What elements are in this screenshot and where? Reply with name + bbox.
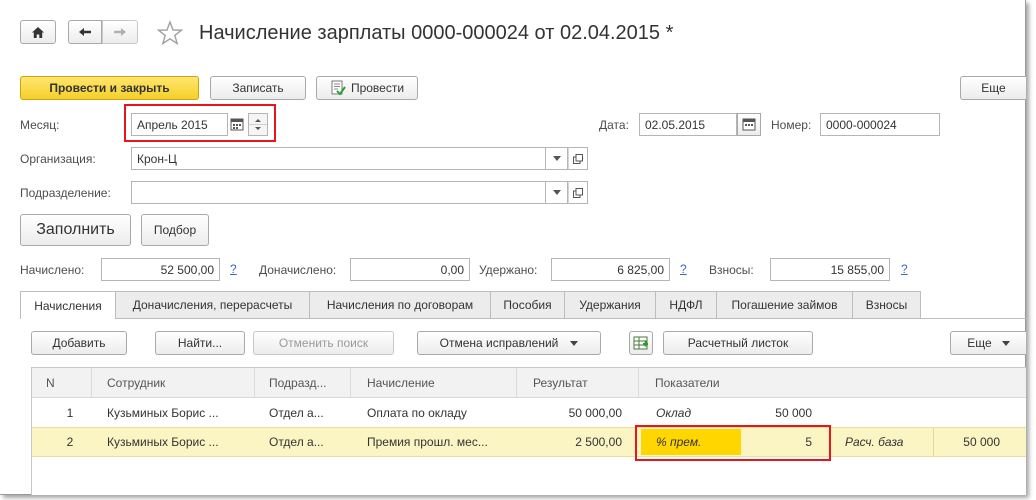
number-field[interactable]: 0000-000024 xyxy=(820,113,940,136)
additional-field: 0,00 xyxy=(350,258,470,281)
department-field[interactable] xyxy=(131,181,546,204)
tab-benefits[interactable]: Пособия xyxy=(490,291,565,318)
organization-open-button[interactable] xyxy=(568,147,588,170)
table-header-bg xyxy=(32,368,1026,398)
table-more-label: Еще xyxy=(967,336,992,350)
column-header-indicators[interactable]: Показатели xyxy=(655,368,720,398)
table-edit-icon xyxy=(633,336,648,350)
tab-withholdings[interactable]: Удержания xyxy=(564,291,656,318)
column-divider xyxy=(638,368,639,398)
row-accrual[interactable]: Оплата по окладу xyxy=(367,399,512,427)
row-result[interactable]: 50 000,00 xyxy=(517,399,622,427)
department-dropdown-button[interactable] xyxy=(546,181,568,204)
additional-label: Доначислено: xyxy=(259,263,337,277)
indicator-highlight-frame xyxy=(635,425,831,461)
cancel-search-button[interactable]: Отменить поиск xyxy=(253,331,394,355)
post-document-icon xyxy=(331,80,346,96)
tab-ndfl[interactable]: НДФЛ xyxy=(655,291,717,318)
withheld-help-link[interactable]: ? xyxy=(680,262,687,276)
home-icon xyxy=(32,26,44,38)
save-button[interactable]: Записать xyxy=(210,76,306,100)
find-button[interactable]: Найти... xyxy=(155,331,245,355)
column-header-accrual[interactable]: Начисление xyxy=(367,368,435,398)
tab-accruals[interactable]: Начисления xyxy=(20,291,116,319)
arrow-right-icon xyxy=(114,28,126,36)
chevron-down-icon xyxy=(552,190,561,195)
column-divider xyxy=(516,368,517,398)
row-indicator-value[interactable]: 50 000 xyxy=(742,399,812,427)
contributions-help-link[interactable]: ? xyxy=(901,262,908,276)
accrued-help-link[interactable]: ? xyxy=(230,262,237,276)
row-employee[interactable]: Кузьминых Борис ... xyxy=(107,428,252,456)
page-title: Начисление зарплаты 0000-000024 от 02.04… xyxy=(199,22,674,44)
tab-contract-accruals[interactable]: Начисления по договорам xyxy=(309,291,491,318)
tab-additional-accruals[interactable]: Доначисления, перерасчеты xyxy=(115,291,310,318)
tabs-baseline xyxy=(20,318,1026,319)
back-button[interactable] xyxy=(68,20,102,44)
forward-button[interactable] xyxy=(102,20,138,44)
calendar-icon[interactable] xyxy=(230,117,244,131)
organization-field[interactable]: Крон-Ц xyxy=(131,147,546,170)
edit-indicators-button[interactable] xyxy=(629,331,653,355)
accrued-label: Начислено: xyxy=(20,263,85,277)
column-divider xyxy=(933,428,934,456)
row-number: 1 xyxy=(66,406,74,420)
row-department[interactable]: Отдел а... xyxy=(269,399,347,427)
chevron-down-icon xyxy=(570,340,579,346)
tab-loan-repayment[interactable]: Погашение займов xyxy=(716,291,853,318)
row-indicator-name: Оклад xyxy=(656,406,692,420)
withheld-label: Удержано: xyxy=(479,263,538,277)
table-more-button[interactable]: Еще xyxy=(950,331,1026,355)
row-indicator2-value[interactable]: 50 000 xyxy=(940,428,1000,456)
row-department[interactable]: Отдел а... xyxy=(269,428,347,456)
organization-dropdown-button[interactable] xyxy=(546,147,568,170)
column-divider xyxy=(91,368,92,398)
department-label: Подразделение: xyxy=(20,186,111,200)
month-label: Месяц: xyxy=(20,118,60,132)
post-and-close-button[interactable]: Провести и закрыть xyxy=(20,76,199,100)
column-divider xyxy=(254,368,255,398)
add-row-button[interactable]: Добавить xyxy=(31,331,127,355)
organization-label: Организация: xyxy=(20,152,96,166)
date-label: Дата: xyxy=(599,118,629,132)
column-header-result[interactable]: Результат xyxy=(533,368,588,398)
favorite-star-icon[interactable] xyxy=(156,20,184,46)
column-header-n[interactable]: N xyxy=(46,368,55,398)
select-button[interactable]: Подбор xyxy=(141,214,209,246)
row-indicator2-name: Расч. база xyxy=(845,435,904,449)
department-open-button[interactable] xyxy=(568,181,588,204)
withheld-field: 6 825,00 xyxy=(551,258,670,281)
post-button-label: Провести xyxy=(350,81,405,95)
tab-contributions[interactable]: Взносы xyxy=(852,291,921,318)
home-button[interactable] xyxy=(20,20,56,44)
column-header-employee[interactable]: Сотрудник xyxy=(107,368,165,398)
fill-button[interactable]: Заполнить xyxy=(20,214,131,246)
column-header-department[interactable]: Подразд... xyxy=(269,368,327,398)
accrued-field: 52 500,00 xyxy=(101,258,220,281)
cancel-corrections-label: Отмена исправлений xyxy=(439,336,559,350)
month-spin-buttons[interactable] xyxy=(248,113,268,136)
post-button[interactable]: Провести xyxy=(316,76,418,100)
more-button[interactable]: Еще xyxy=(960,76,1026,100)
row-number: 2 xyxy=(66,435,74,449)
cancel-corrections-button[interactable]: Отмена исправлений xyxy=(417,331,601,355)
spin-up-down-icon xyxy=(249,119,267,130)
date-field[interactable]: 02.05.2015 xyxy=(639,113,737,136)
payslip-button[interactable]: Расчетный листок xyxy=(663,331,813,355)
arrow-left-icon xyxy=(79,28,91,36)
date-picker-button[interactable] xyxy=(737,113,761,136)
contributions-field: 15 855,00 xyxy=(770,258,890,281)
row-accrual[interactable]: Премия прошл. мес... xyxy=(367,428,512,456)
chevron-down-icon xyxy=(552,156,561,161)
row-result[interactable]: 2 500,00 xyxy=(517,428,622,456)
contributions-label: Взносы: xyxy=(709,263,754,277)
row-employee[interactable]: Кузьминых Борис ... xyxy=(107,399,252,427)
open-form-icon xyxy=(573,187,583,198)
open-form-icon xyxy=(573,153,583,164)
chevron-down-icon xyxy=(1001,340,1010,346)
number-label: Номер: xyxy=(771,118,812,132)
column-divider xyxy=(350,368,351,398)
calendar-icon xyxy=(742,118,756,131)
month-field[interactable]: Апрель 2015 xyxy=(131,113,228,136)
